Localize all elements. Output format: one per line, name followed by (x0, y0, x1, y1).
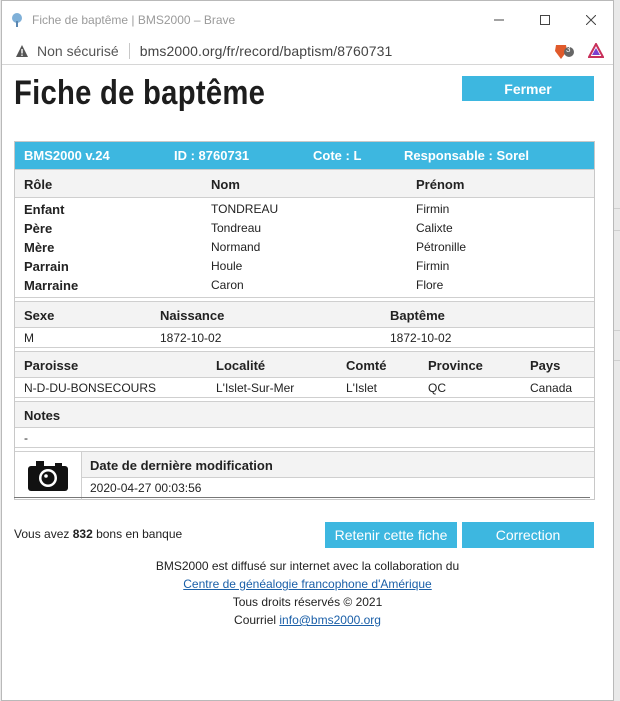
col-province: Province (428, 358, 483, 373)
brave-rewards-icon[interactable] (587, 41, 605, 64)
place-row: N-D-DU-BONSECOURS L'Islet-Sur-Mer L'Isle… (15, 377, 594, 397)
modified-header: Date de dernière modification (82, 452, 594, 478)
vitals-row: M 1872-10-02 1872-10-02 (15, 327, 594, 347)
record-id: ID : 8760731 (174, 148, 250, 163)
close-button[interactable]: Fermer (462, 76, 594, 101)
page-content: Fiche de baptême Fermer BMS2000 v.24 ID … (2, 66, 613, 700)
correction-button[interactable]: Correction (462, 522, 594, 548)
sexe-value: M (24, 331, 34, 345)
footer-link-row: Centre de généalogie francophone d'Améri… (2, 577, 613, 591)
pays-value: Canada (530, 381, 573, 395)
notes-label: Notes (24, 408, 61, 423)
col-nom: Nom (211, 177, 240, 192)
col-pays: Pays (530, 358, 561, 373)
warning-icon (15, 44, 29, 58)
notes-row: - (15, 427, 594, 447)
naissance-value: 1872-10-02 (160, 331, 222, 345)
prenom-cell: Firmin (416, 259, 450, 273)
col-bapteme: Baptême (390, 308, 445, 323)
version-label: BMS2000 v.24 (24, 148, 110, 163)
keep-record-button[interactable]: Retenir cette fiche (325, 522, 457, 548)
col-prenom: Prénom (416, 177, 465, 192)
nom-cell: Caron (211, 278, 244, 292)
separator (128, 43, 130, 59)
notes-value: - (24, 431, 28, 445)
modified-value: 2020-04-27 00:03:56 (90, 481, 202, 495)
nom-cell: Tondreau (211, 221, 262, 235)
record-cote: Cote : L (313, 148, 362, 163)
record-card: BMS2000 v.24 ID : 8760731 Cote : L Respo… (14, 141, 595, 500)
modified-label: Date de dernière modification (90, 458, 273, 473)
paroisse-value: N-D-DU-BONSECOURS (24, 381, 156, 395)
nom-cell: TONDREAU (211, 202, 279, 216)
col-comte: Comté (346, 358, 387, 373)
notes-header-row: Notes (15, 401, 594, 427)
record-header: BMS2000 v.24 ID : 8760731 Cote : L Respo… (15, 142, 594, 169)
title-bar: Fiche de baptême | BMS2000 – Brave (2, 1, 613, 38)
col-localite: Localité (216, 358, 266, 373)
role-cell: Enfant (24, 202, 65, 217)
footer-line-1: BMS2000 est diffusé sur internet avec la… (155, 559, 460, 573)
prenom-cell: Pétronille (416, 240, 467, 254)
vitals-header-row: Sexe Naissance Baptême (15, 301, 594, 327)
browser-window: Fiche de baptême | BMS2000 – Brave Non s… (1, 0, 614, 701)
col-role: Rôle (24, 177, 53, 192)
url-field[interactable]: bms2000.org/fr/record/baptism/8760731 (140, 43, 393, 59)
people-header-row: Rôle Nom Prénom (15, 169, 594, 197)
people-table: Enfant TONDREAU Firmin Père Tondreau Cal… (15, 197, 594, 297)
bank-count: 832 (72, 527, 93, 541)
col-naissance: Naissance (160, 308, 225, 323)
localite-value: L'Islet-Sur-Mer (216, 381, 295, 395)
shield-badge: 3 (566, 45, 571, 54)
modified-section: Date de dernière modification 2020-04-27… (15, 451, 594, 500)
minimize-button[interactable] (476, 1, 522, 38)
province-value: QC (428, 381, 446, 395)
footer-email-row: Courriel info@bms2000.org (2, 613, 613, 627)
camera-cell (15, 452, 82, 500)
bank-prefix: Vous avez (14, 527, 73, 541)
role-cell: Marraine (24, 278, 79, 293)
bapteme-value: 1872-10-02 (390, 331, 452, 345)
email-prefix: Courriel (234, 613, 280, 627)
footer-copyright: Tous droits réservés © 2021 (232, 595, 383, 609)
horizontal-rule (14, 497, 590, 498)
page-title: Fiche de baptême (14, 74, 266, 112)
role-cell: Père (24, 221, 53, 236)
email-link[interactable]: info@bms2000.org (279, 613, 381, 627)
nom-cell: Houle (211, 259, 243, 273)
prenom-cell: Firmin (416, 202, 450, 216)
address-bar[interactable]: Non sécurisé bms2000.org/fr/record/bapti… (2, 38, 613, 65)
maximize-button[interactable] (522, 1, 568, 38)
close-window-button[interactable] (568, 1, 614, 38)
bank-suffix: bons en banque (92, 527, 183, 541)
brave-shield-icon[interactable]: 3 (554, 43, 576, 66)
tree-icon (8, 11, 26, 29)
camera-icon (28, 461, 68, 491)
window-title: Fiche de baptême | BMS2000 – Brave (32, 12, 236, 27)
col-paroisse: Paroisse (24, 358, 79, 373)
place-header-row: Paroisse Localité Comté Province Pays (15, 351, 594, 377)
nom-cell: Normand (211, 240, 261, 254)
bank-info: Vous avez 832 bons en banque (14, 527, 182, 541)
prenom-cell: Flore (416, 278, 444, 292)
insecure-label[interactable]: Non sécurisé (37, 43, 119, 59)
record-responsable: Responsable : Sorel (404, 148, 529, 163)
col-sexe: Sexe (24, 308, 55, 323)
comte-value: L'Islet (346, 381, 377, 395)
prenom-cell: Calixte (416, 221, 453, 235)
role-cell: Mère (24, 240, 55, 255)
role-cell: Parrain (24, 259, 69, 274)
cgfa-link[interactable]: Centre de généalogie francophone d'Améri… (183, 577, 431, 591)
